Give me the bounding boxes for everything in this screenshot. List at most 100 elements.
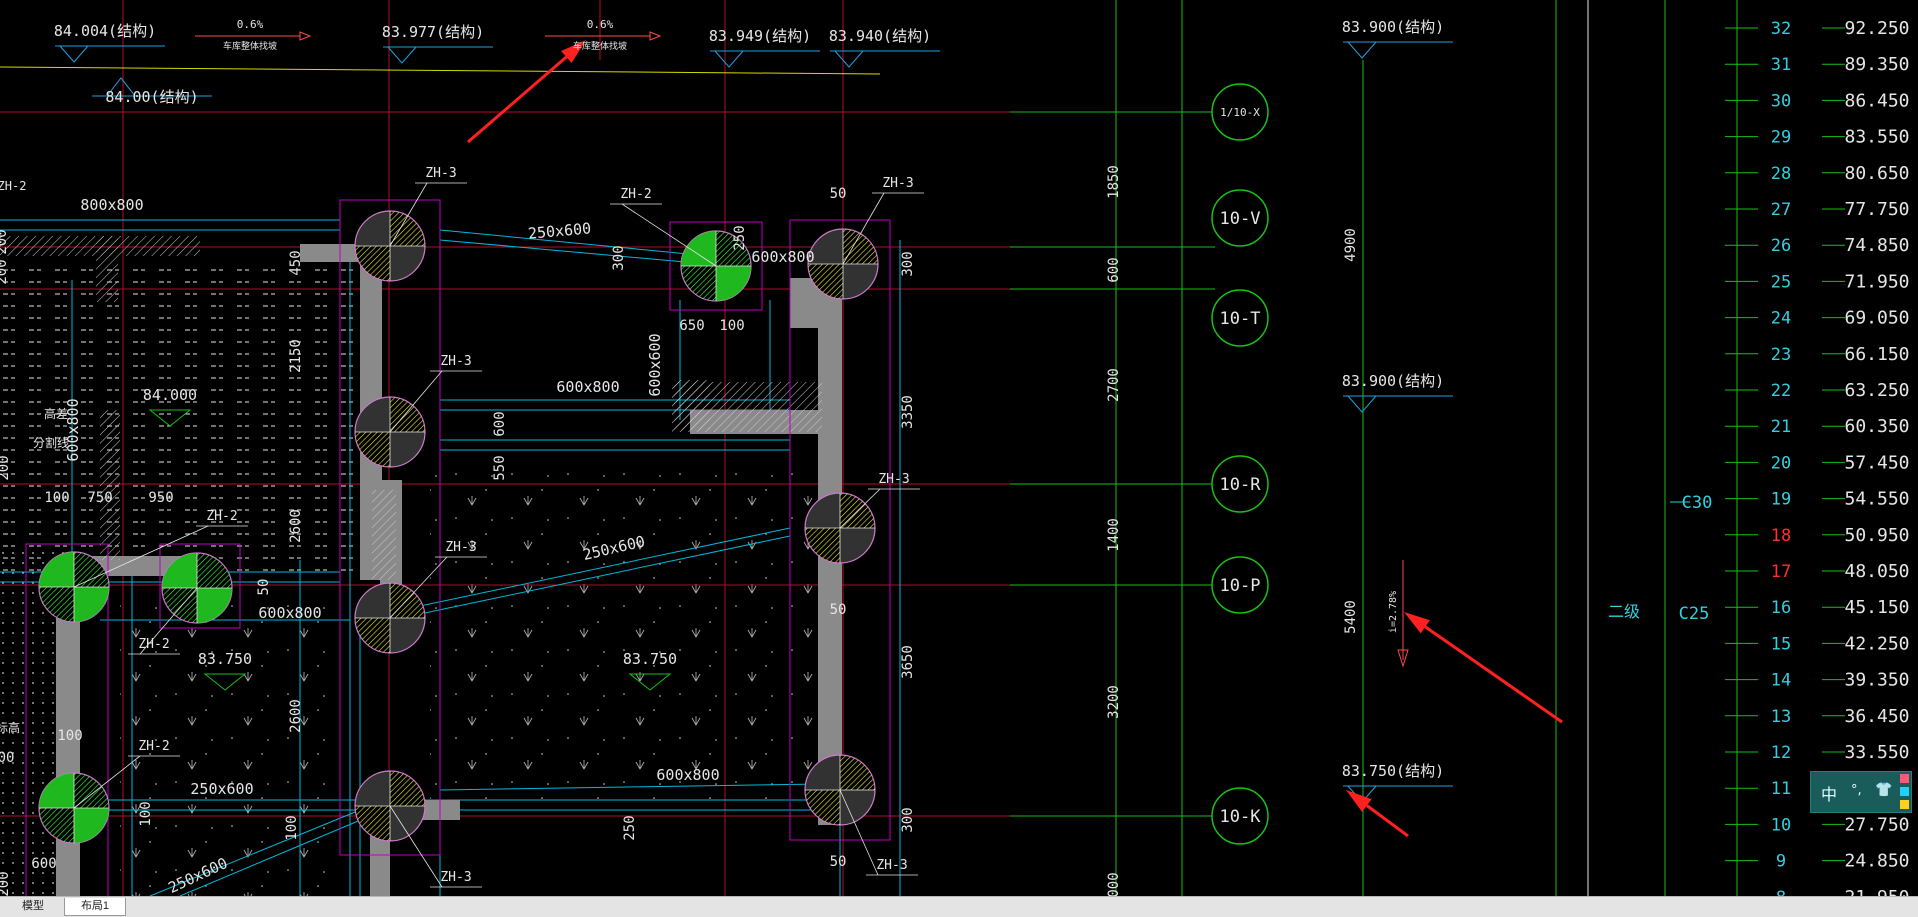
top-slope-line — [0, 66, 881, 75]
level-label: 83.940(结构) — [829, 27, 931, 45]
red-pointer-arrow — [1404, 612, 1563, 724]
pile-quadrant — [805, 790, 840, 825]
dimension-label: 450 — [288, 250, 304, 275]
floor-number: 28 — [1771, 164, 1791, 184]
pile-tag: ZH-2 — [138, 739, 169, 754]
beam-size-label: 600x600 — [646, 333, 664, 396]
pile-tag: ZH-2 — [138, 637, 169, 652]
floor-number: 27 — [1771, 200, 1791, 220]
dimension-label: 100 — [138, 801, 154, 826]
tab-layout1[interactable]: 布局1 — [64, 898, 126, 916]
floor-elevation: 21.950 — [1844, 887, 1909, 896]
cad-drawing-canvas[interactable]: ZH-3 ZH-2 ZH-3 ZH-3 ZH-3 ZH-3 ZH-2 ZH-2 ZH-2 ZH-3… — [0, 0, 1918, 896]
floor-number: 8 — [1776, 888, 1786, 896]
axis-dimension-label: 2700 — [1106, 368, 1122, 402]
ime-punctuation-icon[interactable]: °, — [1851, 783, 1862, 798]
floor-number: 15 — [1771, 634, 1791, 654]
beam-size-label: 800x800 — [80, 196, 143, 214]
floor-elevation: 74.850 — [1844, 235, 1909, 256]
hatched-wall — [372, 490, 396, 580]
dimension-label: 100 — [719, 318, 744, 334]
floor-number: 25 — [1771, 272, 1791, 292]
floor-number: 22 — [1771, 381, 1791, 401]
pile-quadrant — [390, 618, 425, 653]
level-label: 84.004(结构) — [54, 22, 156, 40]
floor-number: 20 — [1771, 453, 1791, 473]
floor-number: 26 — [1771, 236, 1791, 256]
axis-dimension-label: 5400 — [1343, 600, 1359, 634]
floor-elevation: 50.950 — [1844, 525, 1909, 546]
slope-percent: 0.6% — [587, 18, 614, 31]
axis-dimension-label: 3200 — [1106, 685, 1122, 719]
pile-quadrant — [355, 583, 390, 618]
level-triangle — [387, 46, 417, 64]
axis-label: 10-T — [1220, 309, 1261, 329]
dimension-label: 650 — [679, 318, 704, 334]
floor-elevation: 60.350 — [1844, 416, 1909, 437]
pile-quadrant — [843, 264, 878, 299]
red-pointer-arrow — [1346, 790, 1409, 838]
pile-quadrant — [390, 246, 425, 281]
axis-dimension-label: 1850 — [1106, 165, 1122, 199]
floor-number: 9 — [1776, 852, 1786, 872]
dimension-label: 100 — [284, 815, 300, 840]
floor-elevation: 77.750 — [1844, 199, 1909, 220]
annotation-note: ZH-2 — [0, 179, 26, 193]
slope-note: 车库整体找坡 — [573, 40, 627, 52]
floor-elevation: 33.550 — [1844, 742, 1909, 763]
floor-elevation: 80.650 — [1844, 163, 1909, 184]
floor-elevation: 63.250 — [1844, 380, 1909, 401]
level-label: 83.900(结构) — [1342, 372, 1444, 390]
pile-quadrant — [681, 266, 716, 301]
dimension-label: 100 — [44, 490, 69, 506]
dimension-label: 00 — [0, 750, 14, 766]
annotation-note: 高差 — [44, 406, 68, 421]
axis-dimension-label: 600 — [1106, 257, 1122, 282]
dimension-label: 200 — [0, 455, 12, 480]
pile-tag: ZH-3 — [878, 472, 909, 487]
arrow-shaft — [1424, 625, 1563, 724]
floor-elevation: 45.150 — [1844, 597, 1909, 618]
red-pointer-arrow — [467, 40, 586, 144]
pile-quadrant — [74, 587, 109, 622]
tab-model[interactable]: 模型 — [10, 898, 56, 915]
level-triangle — [714, 50, 744, 68]
floor-elevation: 86.450 — [1844, 90, 1909, 111]
dimension-label: 550 — [492, 455, 508, 480]
slab-arrow-area — [430, 470, 830, 800]
level-label: 84.00(结构) — [105, 88, 198, 106]
arrow-shaft — [1365, 804, 1409, 838]
level-label: 83.949(结构) — [709, 27, 811, 45]
dimension-label: 200 — [0, 229, 10, 254]
concrete-grade-c25: C25 — [1679, 604, 1710, 624]
axis-label: 10-P — [1220, 576, 1261, 596]
floor-number: 14 — [1771, 671, 1791, 691]
floor-elevation: 83.550 — [1844, 127, 1909, 148]
ime-language-icon[interactable]: 中 — [1821, 781, 1837, 805]
dimension-label: 200 — [0, 871, 12, 896]
floor-elevation: 89.350 — [1844, 54, 1909, 75]
annotation-note: 标高 — [0, 720, 20, 735]
dimension-label: 100 — [57, 728, 82, 744]
pile-quadrant — [74, 808, 109, 843]
floor-number: 18 — [1771, 526, 1791, 546]
floor-number: 23 — [1771, 345, 1791, 365]
ime-skin-icon[interactable]: 👕 — [1875, 782, 1892, 798]
slope-arrow-head — [649, 31, 662, 41]
slope-note: 车库整体找坡 — [223, 40, 277, 52]
dimension-label: 600 — [492, 411, 508, 436]
dimension-label: 950 — [148, 490, 173, 506]
floor-elevation: 69.050 — [1844, 308, 1909, 329]
floor-elevation: 71.950 — [1844, 271, 1909, 292]
floor-number: 32 — [1771, 19, 1791, 39]
floor-number: 21 — [1771, 417, 1791, 437]
floor-number: 12 — [1771, 743, 1791, 763]
ime-toolbar[interactable]: 中 °, 👕 — [1810, 771, 1912, 813]
floor-elevation: 24.850 — [1844, 851, 1909, 872]
color-swatch-yellow — [1900, 800, 1909, 809]
color-swatch-red — [1900, 774, 1909, 783]
dimension-label: 200 — [0, 259, 10, 284]
pile-quadrant — [681, 231, 716, 266]
dimension-label: 50 — [830, 186, 847, 202]
floor-number: 31 — [1771, 55, 1791, 75]
